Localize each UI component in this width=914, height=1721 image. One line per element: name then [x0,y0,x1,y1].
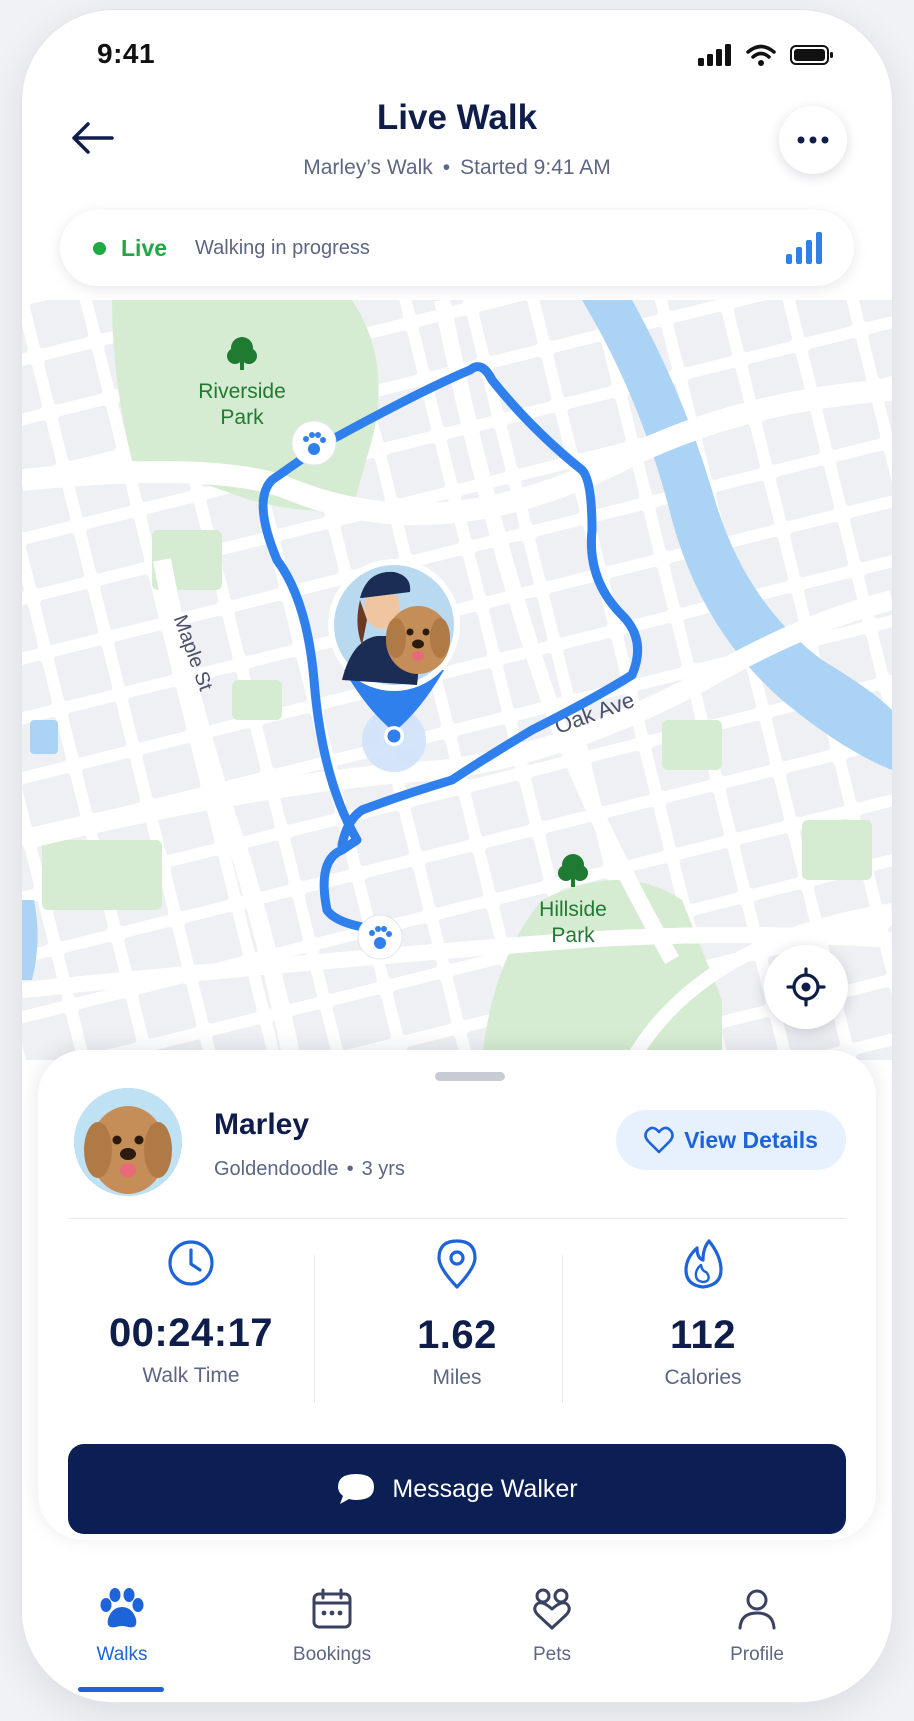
stat-separator [314,1255,315,1403]
page-title: Live Walk [376,98,538,137]
pet-name: Marley [214,1108,310,1141]
heart-icon [644,1126,674,1154]
person-icon [738,1589,776,1630]
live-label: Live [121,234,168,261]
stat-calories: 112 Calories [580,1238,826,1390]
crosshair-icon [786,967,826,1007]
map-canvas: Riverside Park Hillside Park Maple St Oa… [22,300,892,1060]
view-details-button[interactable]: View Details [616,1110,846,1170]
stat-walk-time: 00:24:17 Walk Time [68,1238,314,1388]
status-icons [698,44,834,66]
park-patch [662,720,722,770]
sheet-drag-handle[interactable] [435,1072,505,1081]
active-tab-indicator [78,1687,164,1692]
stat-miles: 1.62 Miles [334,1238,580,1390]
pets-heart-icon [533,1588,571,1630]
pet-avatar [74,1088,182,1196]
park-patch [232,680,282,720]
calendar-icon [312,1588,352,1629]
miles-label: Miles [432,1366,482,1389]
hillside-park-label: Hillside [539,898,607,921]
calories-value: 112 [669,1313,737,1357]
tab-walks-label: Walks [96,1644,148,1665]
pet-meta-separator: • [346,1158,354,1180]
water-patch [30,720,58,754]
pet-breed: Goldendoodle [214,1158,339,1180]
phone-screen: 9:41 Live Walk Marley’s Walk • Started 9:4… [22,10,892,1702]
park-patch [42,840,162,910]
live-status-bar: Live Walking in progress [60,210,854,286]
pet-age: 3 yrs [361,1158,405,1180]
live-map[interactable]: Riverside Park Hillside Park Maple St Oa… [22,300,892,1060]
walk-name: Marley’s Walk [303,156,433,179]
tab-profile[interactable]: Profile [687,1587,827,1666]
walk-time-value: 00:24:17 [108,1311,274,1355]
chat-bubble-icon [338,1474,375,1504]
more-options-button[interactable] [779,106,847,174]
tab-pets[interactable]: Pets [482,1587,622,1666]
live-indicator-dot [93,241,106,255]
park-patch [802,820,872,880]
clock-icon [168,1240,214,1286]
hillside-park-label-line2: Park [551,924,595,947]
route-end-paw-marker [357,914,403,960]
route-start-paw-marker [291,420,337,466]
more-horizontal-icon [797,136,829,144]
stat-separator [562,1255,563,1403]
dog-photo [74,1088,182,1196]
subtitle-separator: • [442,156,451,179]
miles-value: 1.62 [417,1313,497,1357]
status-time: 9:41 [97,38,156,69]
cellular-signal-icon [698,44,731,66]
walk-start-time: Started 9:41 AM [460,156,611,179]
sheet-divider [68,1218,846,1219]
pet-meta: Goldendoodle • 3 yrs [214,1158,405,1181]
dog-in-pin [386,606,450,674]
live-status-text: Walking in progress [195,236,370,259]
tab-walks[interactable]: Walks [52,1587,192,1666]
tab-profile-label: Profile [730,1644,784,1665]
view-details-label: View Details [684,1126,818,1153]
wifi-icon [746,44,776,66]
recenter-location-button[interactable] [764,945,848,1029]
paw-icon [100,1588,144,1628]
riverside-park-label-line2: Park [220,406,264,429]
walk-details-sheet: Marley Goldendoodle • 3 yrs View Details 0… [38,1050,876,1540]
tab-pets-label: Pets [532,1644,572,1665]
message-walker-label: Message Walker [392,1474,578,1503]
riverside-park-label: Riverside [198,380,286,403]
calories-label: Calories [664,1366,742,1389]
message-walker-button[interactable]: Message Walker [68,1444,846,1534]
page-subtitle: Marley’s Walk • Started 9:41 AM [22,156,892,180]
bottom-tab-bar: Walks Bookings Pets Profile [22,1565,892,1702]
walk-time-label: Walk Time [142,1364,240,1387]
tab-bookings-label: Bookings [292,1644,372,1665]
location-pin-icon [437,1239,477,1289]
signal-strength-icon [786,232,822,264]
battery-icon [790,45,833,65]
flame-icon [684,1239,723,1289]
tab-bookings[interactable]: Bookings [262,1587,402,1666]
